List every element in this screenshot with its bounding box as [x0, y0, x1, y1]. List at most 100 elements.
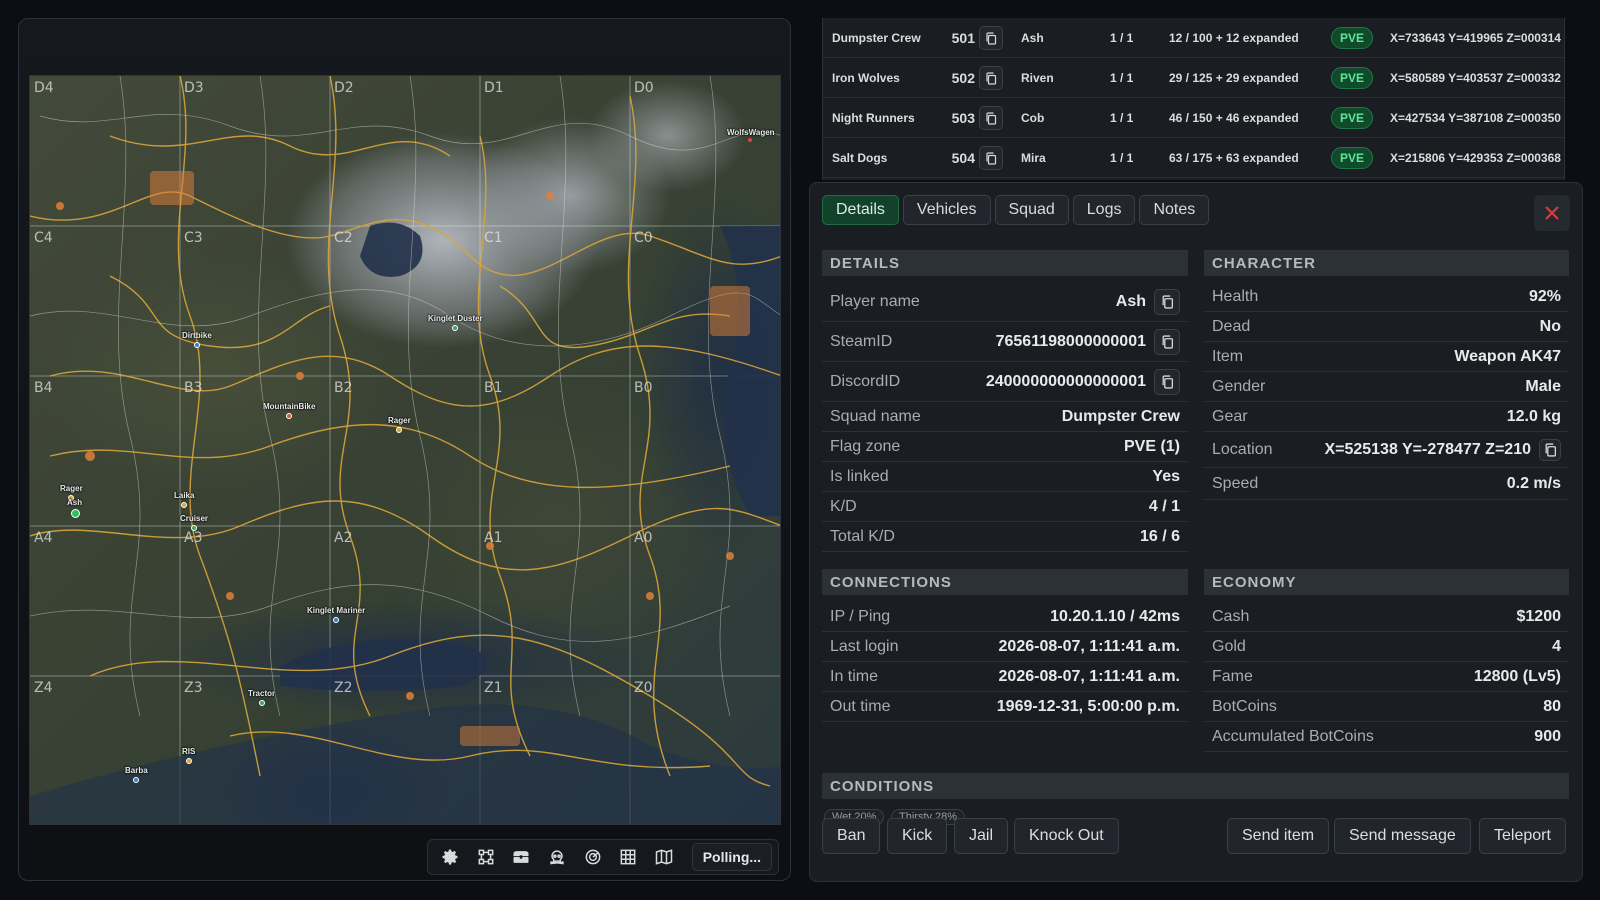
- member-count-cell: 1 / 1: [1110, 151, 1134, 165]
- map-toolbar: Polling...: [427, 839, 779, 875]
- field-value: 240000000000000001: [985, 372, 1146, 390]
- map-marker-mountainbike[interactable]: MountainBike: [263, 402, 315, 419]
- grid-label: C3: [184, 230, 203, 246]
- detail-row-flag-zone: Flag zone PVE (1): [822, 432, 1188, 462]
- copy-icon: [1162, 334, 1173, 349]
- squad-name-cell: Iron Wolves: [832, 71, 900, 85]
- copy-id-button[interactable]: [979, 106, 1003, 130]
- detail-row-steamid: SteamID 76561198000000001: [822, 322, 1188, 362]
- map-marker-barba[interactable]: Barba: [125, 766, 148, 783]
- table-row[interactable]: Iron Wolves 502 Riven 1 / 1 29 / 125 + 2…: [823, 58, 1564, 98]
- map-marker-dirtbike[interactable]: Dirtbike: [182, 331, 212, 348]
- field-value: 92%: [1528, 287, 1561, 305]
- detail-row-discordid: DiscordID 240000000000000001: [822, 362, 1188, 402]
- map-squads-toggle[interactable]: [470, 843, 502, 871]
- grid-label: A1: [484, 530, 503, 546]
- map-settings-button[interactable]: [434, 843, 466, 871]
- marker-label: Barba: [125, 766, 148, 775]
- details-section-header: DETAILS: [822, 250, 1188, 276]
- kick-button[interactable]: Kick: [887, 818, 948, 854]
- map-marker-laika[interactable]: Laika: [174, 491, 194, 508]
- member-count-cell: 1 / 1: [1110, 71, 1134, 85]
- table-row[interactable]: Night Runners 503 Cob 1 / 1 46 / 150 + 4…: [823, 98, 1564, 138]
- map-marker-kinglet-mariner[interactable]: Kinglet Mariner: [307, 606, 366, 623]
- player-name-cell: Cob: [1021, 111, 1045, 125]
- map-deaths-toggle[interactable]: [541, 843, 573, 871]
- field-label: Total K/D: [830, 527, 895, 545]
- tab-logs[interactable]: Logs: [1072, 195, 1136, 225]
- marker-label: Kinglet Duster: [428, 314, 483, 323]
- copy-player-name-button[interactable]: [1154, 288, 1180, 315]
- member-count-cell: 1 / 1: [1110, 31, 1134, 45]
- map-roads: [30, 76, 780, 824]
- map-chests-toggle[interactable]: [505, 843, 537, 871]
- send-item-button[interactable]: Send item: [1227, 818, 1330, 854]
- map-layer-toggle[interactable]: [648, 843, 680, 871]
- map-marker-rager[interactable]: Rager: [388, 416, 411, 433]
- grid-label: B3: [184, 380, 203, 396]
- character-row-gender: Gender Male: [1204, 372, 1569, 402]
- grid-label: Z2: [334, 680, 353, 696]
- map-marker-player-ash[interactable]: Ash: [67, 498, 83, 518]
- tab-notes[interactable]: Notes: [1139, 195, 1210, 225]
- economy-row-accumulated-botcoins: Accumulated BotCoins 900: [1204, 722, 1569, 752]
- marker-label: Kinglet Mariner: [307, 606, 366, 615]
- jail-button[interactable]: Jail: [954, 818, 1009, 854]
- connection-row-ip-ping: IP / Ping 10.20.1.10 / 42ms: [822, 602, 1188, 632]
- position-cell: X=215806 Y=429353 Z=000368: [1390, 151, 1561, 165]
- copy-location-button[interactable]: [1539, 438, 1561, 461]
- copy-id-button[interactable]: [979, 26, 1003, 50]
- knock-out-button[interactable]: Knock Out: [1014, 818, 1119, 854]
- polling-button[interactable]: Polling...: [691, 843, 773, 871]
- grid-label: Z0: [634, 680, 653, 696]
- table-row[interactable]: Dumpster Crew 501 Ash 1 / 1 12 / 100 + 1…: [823, 18, 1564, 58]
- map-panel: D4 D3 D2 D1 D0 C4 C3 C2 C1 C0 B4 B3 B2 B…: [18, 18, 791, 881]
- table-row[interactable]: Salt Dogs 504 Mira 1 / 1 63 / 175 + 63 e…: [823, 138, 1564, 178]
- map-grid-toggle[interactable]: [612, 843, 644, 871]
- copy-id-button[interactable]: [979, 146, 1003, 170]
- field-value: No: [1539, 317, 1561, 335]
- status-badge: PVE: [1331, 147, 1374, 169]
- field-label: SteamID: [830, 332, 893, 350]
- map-marker-rager[interactable]: Rager: [60, 484, 83, 501]
- status-badge: PVE: [1331, 107, 1374, 129]
- squad-id-cell: 503: [951, 110, 975, 126]
- marker-label: Ash: [67, 498, 83, 507]
- send-message-button[interactable]: Send message: [1334, 818, 1471, 854]
- grid-label: Z3: [184, 680, 203, 696]
- field-label: Squad name: [830, 407, 921, 425]
- teleport-button[interactable]: Teleport: [1479, 818, 1566, 854]
- tab-details[interactable]: Details: [822, 195, 899, 225]
- map-radar-toggle[interactable]: [577, 843, 609, 871]
- copy-id-button[interactable]: [979, 66, 1003, 90]
- map-view[interactable]: D4 D3 D2 D1 D0 C4 C3 C2 C1 C0 B4 B3 B2 B…: [29, 75, 781, 825]
- tab-squad[interactable]: Squad: [994, 195, 1069, 225]
- grid-label: D1: [484, 80, 504, 96]
- field-label: Gender: [1212, 377, 1266, 395]
- character-row-dead: Dead No: [1204, 312, 1569, 342]
- close-panel-button[interactable]: [1534, 195, 1570, 231]
- map-marker-cruiser[interactable]: Cruiser: [180, 514, 209, 531]
- map-marker-kinglet-duster[interactable]: Kinglet Duster: [428, 314, 483, 331]
- field-label: IP / Ping: [830, 607, 891, 625]
- copy-icon: [986, 111, 997, 125]
- capacity-cell: 63 / 175 + 63 expanded: [1169, 151, 1299, 165]
- grid-label: C4: [34, 230, 53, 246]
- map-marker-ris[interactable]: RIS: [182, 747, 196, 764]
- copy-icon: [1162, 374, 1173, 389]
- map-marker-tractor[interactable]: Tractor: [248, 689, 275, 706]
- tab-vehicles[interactable]: Vehicles: [902, 195, 991, 225]
- grid-label: C1: [484, 230, 503, 246]
- capacity-cell: 46 / 150 + 46 expanded: [1169, 111, 1299, 125]
- copy-steamid-button[interactable]: [1154, 328, 1180, 355]
- map-marker-wolfswagen[interactable]: WolfsWagen: [727, 128, 775, 142]
- ban-button[interactable]: Ban: [822, 818, 881, 854]
- copy-discordid-button[interactable]: [1154, 368, 1180, 395]
- marker-label: WolfsWagen: [727, 128, 775, 137]
- economy-row-cash: Cash $1200: [1204, 602, 1569, 632]
- marker-label: RIS: [182, 747, 196, 756]
- squad-name-cell: Salt Dogs: [832, 151, 888, 165]
- detail-row-total-kd: Total K/D 16 / 6: [822, 522, 1188, 552]
- field-value: 80: [1543, 697, 1561, 715]
- marker-label: Cruiser: [180, 514, 209, 523]
